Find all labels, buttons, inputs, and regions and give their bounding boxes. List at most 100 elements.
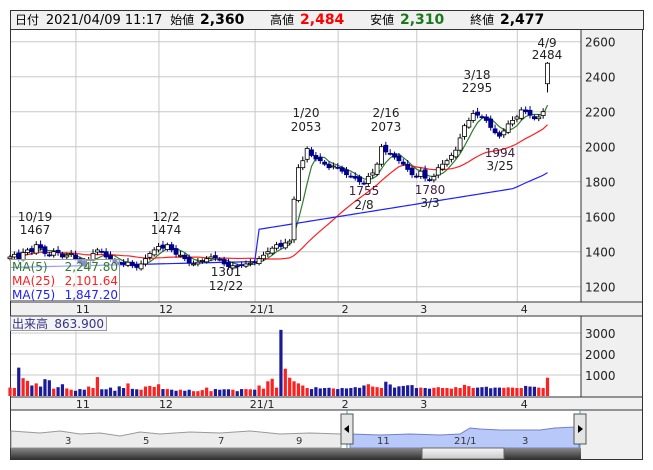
volume-bar <box>475 387 480 396</box>
chart-canvas: 1200 1400 1600 1800 2000 2200 2400 2600 1000 2000… <box>7 29 643 460</box>
volume-bar <box>25 380 30 396</box>
volume-bar <box>91 388 95 396</box>
volume-bar <box>152 386 156 396</box>
volume-tick-label: 2000 <box>585 348 616 362</box>
candle <box>278 242 284 247</box>
volume-bar <box>441 388 445 396</box>
volume-bar <box>161 389 165 396</box>
volume-bar <box>510 387 515 396</box>
volume-bar <box>56 387 60 396</box>
volume-bar <box>296 383 301 396</box>
ma5-label: MA(5) <box>12 260 48 274</box>
volume-bar <box>480 387 484 396</box>
volume-bar <box>248 389 252 396</box>
candle <box>409 167 415 176</box>
volume-bar <box>358 387 362 396</box>
annotation-value: 2295 <box>462 81 493 95</box>
volume-bar <box>541 388 545 396</box>
annotation-value: 1780 <box>415 183 446 197</box>
price-tick-label: 1200 <box>585 281 616 295</box>
candle <box>182 254 188 260</box>
volume-bars <box>8 329 550 396</box>
volume-bar <box>126 383 130 396</box>
candle <box>51 251 57 256</box>
candle <box>195 261 201 265</box>
candle <box>212 255 218 259</box>
volume-bar <box>174 390 178 396</box>
candle <box>414 175 419 178</box>
volume-bar <box>323 388 327 396</box>
navigator-label: 9 <box>296 436 302 447</box>
volume-bar <box>143 386 148 396</box>
navigator-history-area <box>10 430 342 449</box>
volume-bar <box>502 387 506 396</box>
candle <box>348 175 354 178</box>
candle <box>151 249 157 256</box>
date-tick-label: 11 <box>76 303 90 316</box>
candle <box>475 111 480 116</box>
candle <box>42 246 48 254</box>
volume-bar <box>135 389 139 396</box>
volume-bar <box>484 386 488 396</box>
volume-bar <box>156 384 161 396</box>
navigator-label: 3 <box>65 436 71 447</box>
candle <box>357 176 363 183</box>
volume-bar <box>108 387 113 396</box>
candle <box>217 258 223 261</box>
navigator-right-handle[interactable] <box>573 413 587 445</box>
candle <box>169 244 175 251</box>
candle <box>422 169 428 179</box>
volume-bar <box>349 388 353 396</box>
volume-bar <box>95 377 99 396</box>
navigator-label: 7 <box>218 436 224 447</box>
candle <box>427 179 432 182</box>
candle <box>20 252 26 261</box>
date-tick-label: 2 <box>342 303 349 316</box>
candle <box>108 255 113 260</box>
candle <box>55 249 61 253</box>
volume-bar <box>489 388 493 396</box>
candle <box>466 120 472 128</box>
candle <box>501 130 507 136</box>
volume-bar <box>309 389 314 396</box>
candle <box>282 242 288 249</box>
date-axis-volume <box>11 397 642 410</box>
candle <box>383 144 389 153</box>
volume-bar <box>445 388 449 396</box>
volume-bar <box>218 389 222 396</box>
candle <box>7 256 13 260</box>
candle <box>418 170 424 177</box>
navigator-corner <box>581 410 642 459</box>
price-tick-label: 2600 <box>585 36 616 50</box>
candle <box>247 262 253 265</box>
volume-bar <box>432 387 436 396</box>
candle <box>339 167 345 172</box>
volume-bar <box>397 386 401 396</box>
candle <box>274 244 279 249</box>
candle <box>400 161 406 165</box>
volume-bar <box>467 386 471 396</box>
candle <box>545 62 550 85</box>
volume-bar <box>122 388 126 396</box>
annotation-date: 2/16 <box>373 106 400 120</box>
price-tick-label: 1600 <box>585 211 616 225</box>
candle <box>99 250 105 253</box>
range-navigator[interactable]: 3 5 7 9 11 21/1 3 <box>10 410 587 449</box>
price-tick-label: 1400 <box>585 246 616 260</box>
volume-bar <box>318 388 322 396</box>
volume-bar <box>8 387 12 396</box>
candle <box>379 146 384 165</box>
scrollbar-thumb[interactable] <box>421 447 505 460</box>
candle <box>326 163 332 169</box>
candle <box>60 253 65 258</box>
volume-bar <box>47 380 51 396</box>
candle <box>462 125 467 137</box>
navigator-left-handle[interactable] <box>340 413 354 445</box>
ma25-line <box>9 124 548 260</box>
candle <box>291 198 297 241</box>
candle <box>392 153 397 158</box>
candle <box>448 155 454 160</box>
annotation-value: 2053 <box>291 120 322 134</box>
candle <box>269 247 275 254</box>
annotation-value: 2484 <box>532 48 563 62</box>
